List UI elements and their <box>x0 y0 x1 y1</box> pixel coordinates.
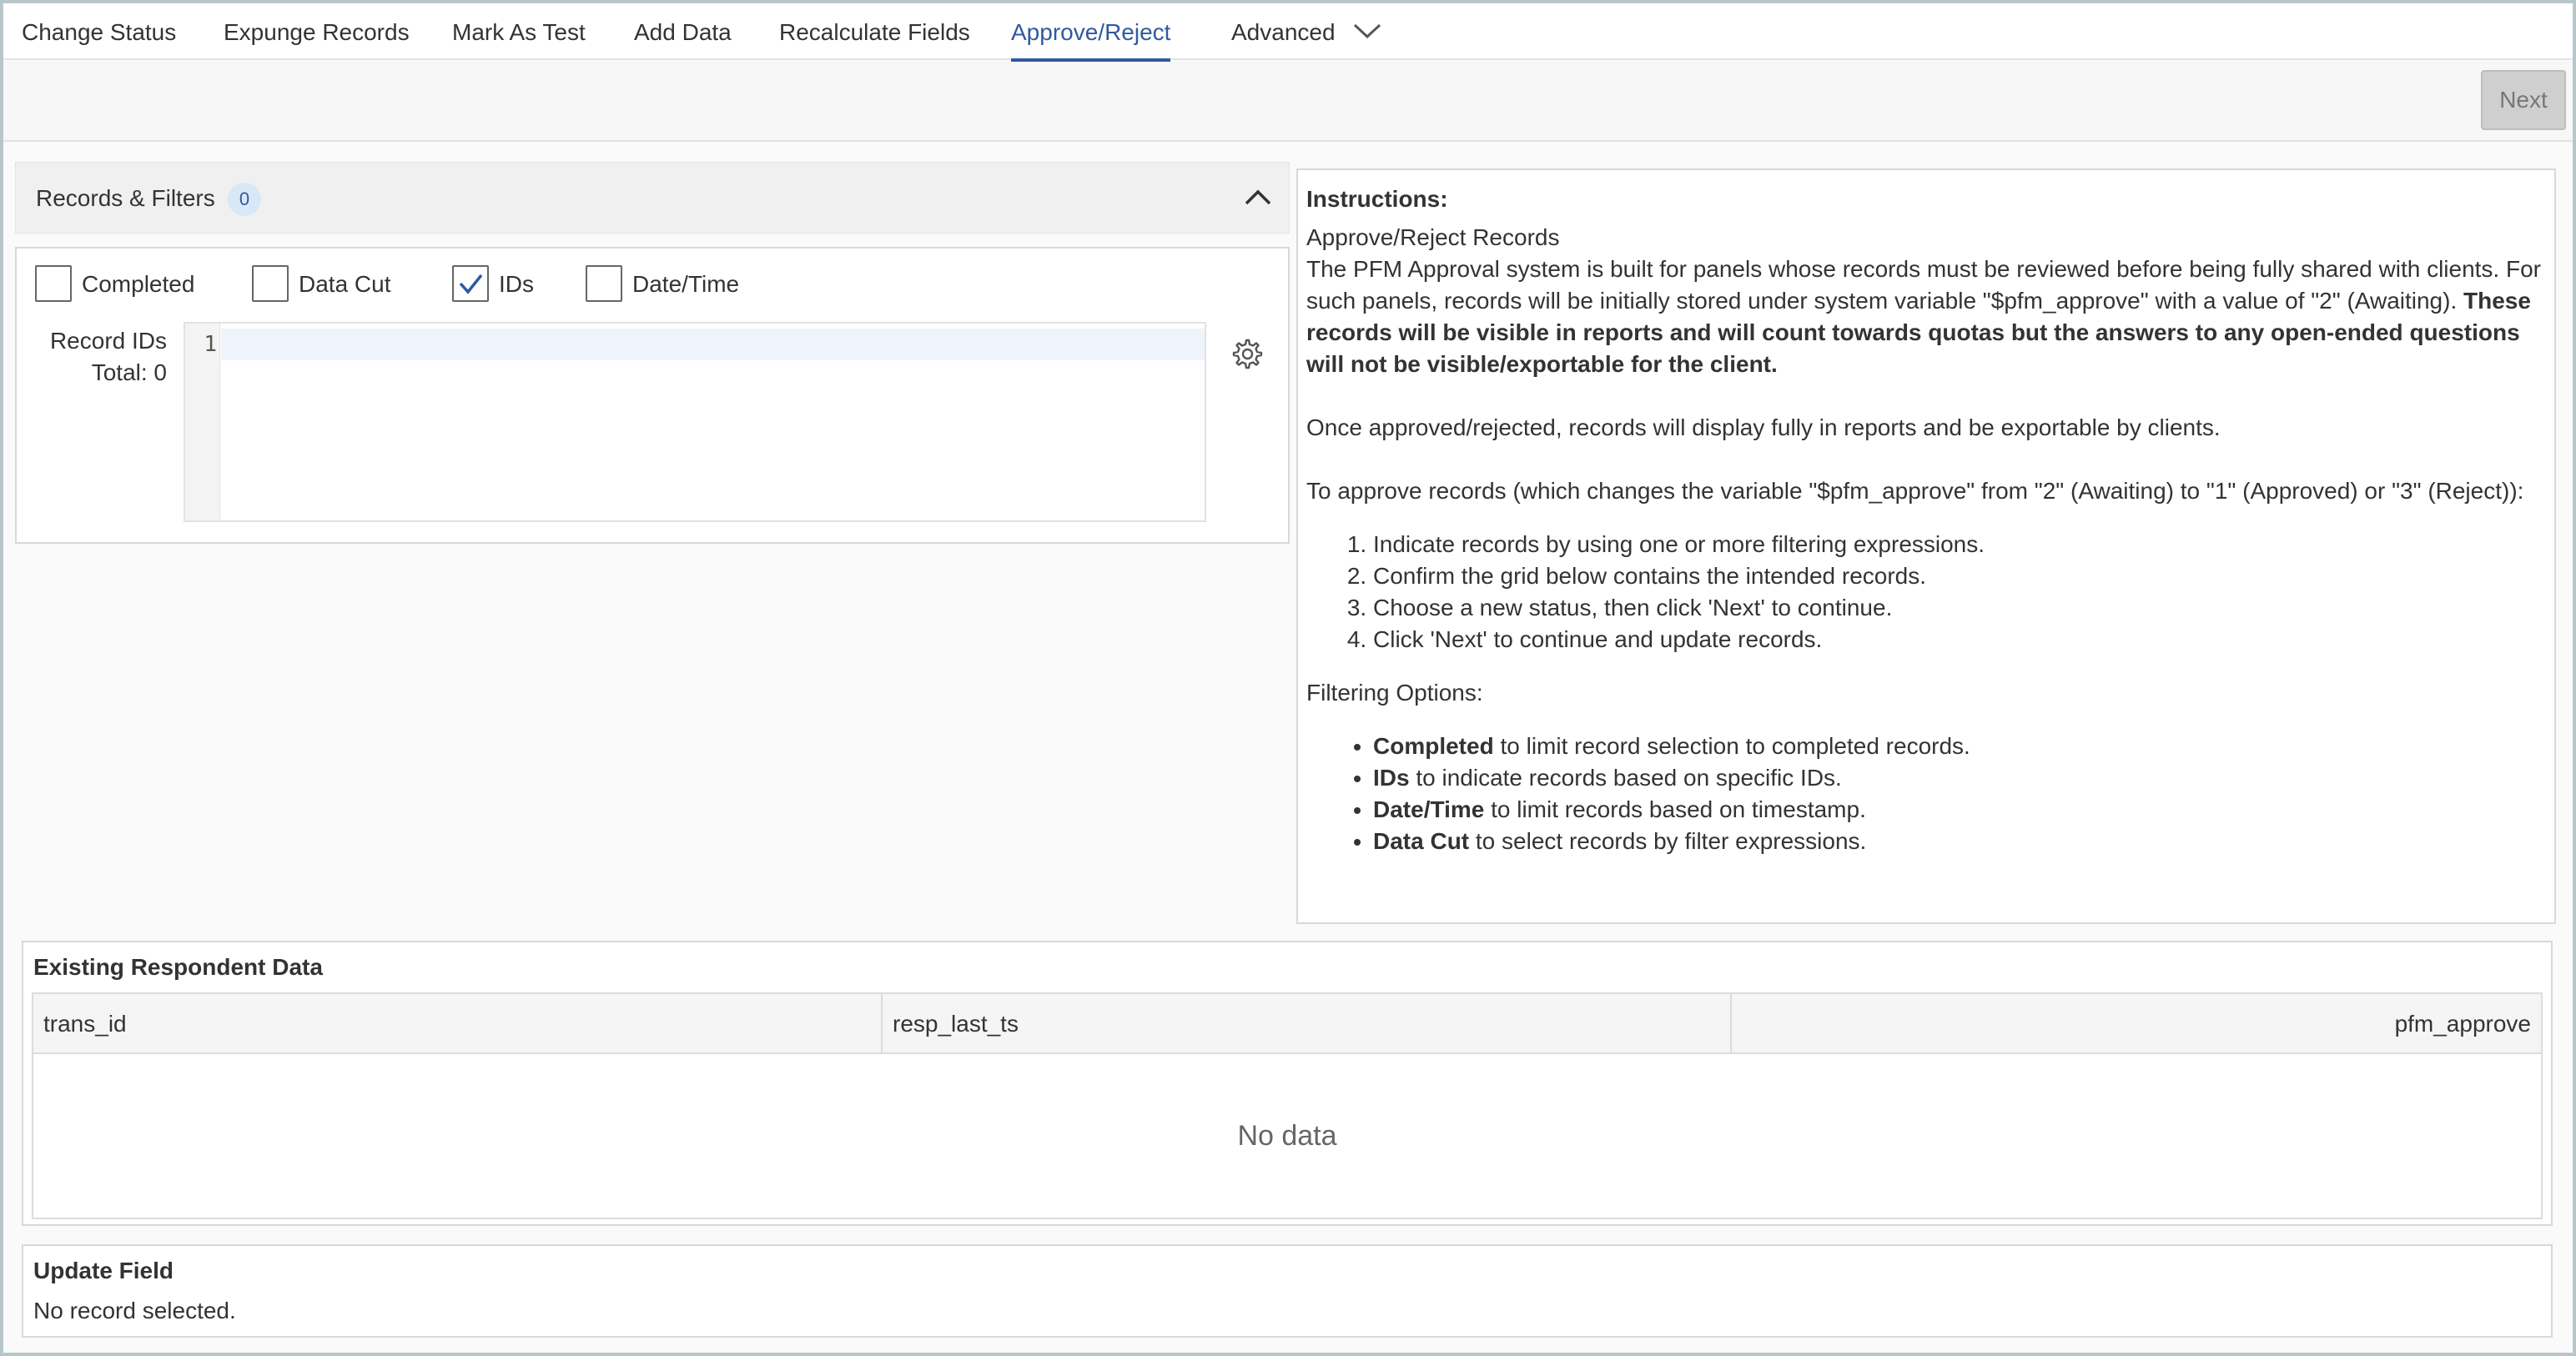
tab-advanced-label: Advanced <box>1231 19 1336 45</box>
section-title: Update Field <box>33 1258 174 1283</box>
instructions-subtitle: Approve/Reject Records <box>1306 224 1560 250</box>
checkbox-box[interactable] <box>35 265 72 302</box>
checkbox-box[interactable] <box>252 265 289 302</box>
checkbox-box[interactable] <box>586 265 622 302</box>
grid-header: trans_id resp_last_ts pfm_approve <box>33 994 2541 1054</box>
column-header-pfm-approve[interactable]: pfm_approve <box>1732 994 2541 1054</box>
section-title: Existing Respondent Data <box>33 954 323 980</box>
list-item: Indicate records by using one or more fi… <box>1373 529 2546 560</box>
list-item: Choose a new status, then click 'Next' t… <box>1373 592 2546 624</box>
column-header-trans-id[interactable]: trans_id <box>33 994 883 1054</box>
records-filters-header[interactable]: Records & Filters 0 <box>15 162 1290 234</box>
column-header-resp-last-ts[interactable]: resp_last_ts <box>883 994 1732 1054</box>
data-grid: trans_id resp_last_ts pfm_approve No dat… <box>32 992 2543 1219</box>
tab-add-data[interactable]: Add Data <box>634 3 732 60</box>
update-field-panel: Update Field No record selected. <box>22 1244 2553 1338</box>
checkmark-icon <box>459 274 483 294</box>
record-ids-total: Total: 0 <box>91 359 167 385</box>
options-list: Completed to limit record selection to c… <box>1306 731 2546 857</box>
steps-list: Indicate records by using one or more fi… <box>1306 529 2546 655</box>
gear-icon[interactable] <box>1230 337 1263 374</box>
checkbox-label: Data Cut <box>299 271 391 297</box>
para1-text: The PFM Approval system is built for pan… <box>1306 256 2541 314</box>
count-badge: 0 <box>228 183 261 216</box>
list-item: Click 'Next' to continue and update reco… <box>1373 624 2546 655</box>
list-item: Date/Time to limit records based on time… <box>1373 794 2546 826</box>
chevron-down-icon <box>1353 3 1381 61</box>
list-item: Confirm the grid below contains the inte… <box>1373 560 2546 592</box>
records-filters-title: Records & Filters <box>36 185 215 211</box>
update-field-message: No record selected. <box>33 1298 236 1323</box>
checkbox-label: IDs <box>499 271 534 297</box>
checkbox-label: Date/Time <box>632 271 740 297</box>
checkbox-label: Completed <box>82 271 195 297</box>
records-filters-body: Completed Data Cut IDs Date/Time Record … <box>15 247 1290 544</box>
instructions-para2: Once approved/rejected, records will dis… <box>1306 414 2221 440</box>
tab-approve-reject[interactable]: Approve/Reject <box>1011 3 1171 62</box>
tab-mark-as-test[interactable]: Mark As Test <box>452 3 586 60</box>
existing-respondent-data: Existing Respondent Data trans_id resp_l… <box>22 941 2553 1226</box>
list-item: Data Cut to select records by filter exp… <box>1373 826 2546 857</box>
instructions-heading: Instructions: <box>1306 186 1448 212</box>
toolbar: Next <box>3 62 2573 142</box>
tab-bar: Change Status Expunge Records Mark As Te… <box>3 3 2573 62</box>
checkbox-box[interactable] <box>452 265 489 302</box>
filtering-heading: Filtering Options: <box>1306 680 1483 706</box>
tab-advanced[interactable]: Advanced <box>1231 3 1381 60</box>
list-item: IDs to indicate records based on specifi… <box>1373 762 2546 794</box>
instructions-para3: To approve records (which changes the va… <box>1306 478 2524 504</box>
line-number: 1 <box>204 332 217 357</box>
tab-change-status[interactable]: Change Status <box>22 3 176 60</box>
tab-expunge-records[interactable]: Expunge Records <box>224 3 410 60</box>
active-line[interactable] <box>221 329 1205 360</box>
empty-state: No data <box>1237 1120 1337 1152</box>
chevron-up-icon[interactable] <box>1244 183 1272 215</box>
tab-recalculate-fields[interactable]: Recalculate Fields <box>779 3 970 60</box>
app-frame: Change Status Expunge Records Mark As Te… <box>3 3 2573 1353</box>
next-button[interactable]: Next <box>2481 70 2566 130</box>
instructions-para1: The PFM Approval system is built for pan… <box>1306 254 2546 380</box>
record-ids-editor[interactable]: 1 <box>184 322 1206 522</box>
record-ids-text: Record IDs <box>49 328 167 354</box>
list-item: Completed to limit record selection to c… <box>1373 731 2546 762</box>
record-ids-label: Record IDs Total: 0 <box>33 325 167 389</box>
instructions-panel: Instructions: Approve/Reject Records The… <box>1296 168 2556 924</box>
